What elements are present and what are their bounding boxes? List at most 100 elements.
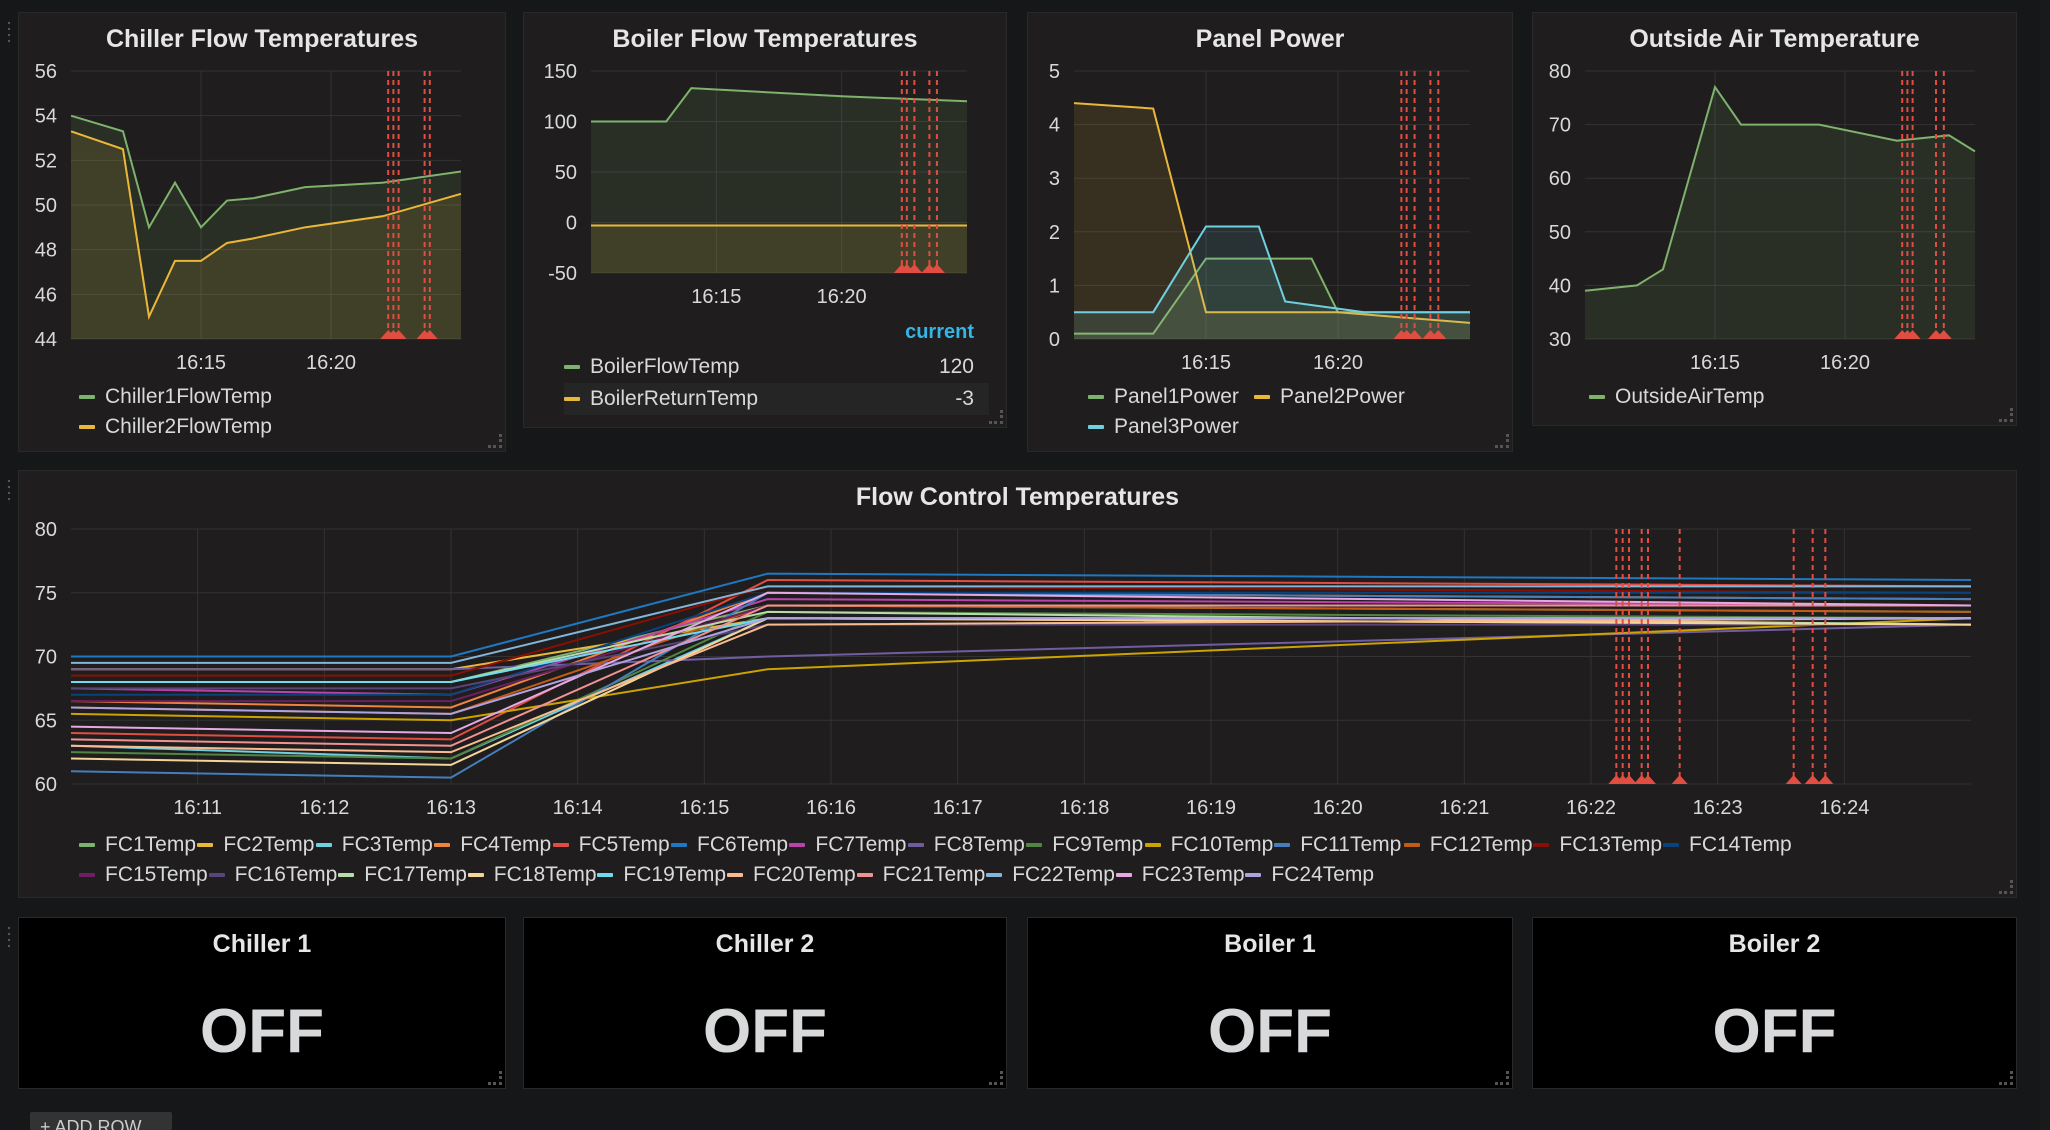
- legend-label: FC20Temp: [753, 863, 856, 886]
- legend-item-fc7temp[interactable]: FC7Temp: [789, 833, 906, 857]
- panel-resize-handle[interactable]: [1999, 880, 2013, 894]
- legend-item-fc14temp[interactable]: FC14Temp: [1663, 833, 1792, 857]
- legend-item-fc17temp[interactable]: FC17Temp: [338, 863, 467, 887]
- legend-item-fc9temp[interactable]: FC9Temp: [1026, 833, 1143, 857]
- x-tick-label: 16:24: [1819, 797, 1869, 819]
- x-tick-label: 16:22: [1566, 797, 1616, 819]
- y-tick-label: 65: [35, 710, 57, 732]
- legend-item-fc2temp[interactable]: FC2Temp: [197, 833, 314, 857]
- stat-boiler-1[interactable]: Boiler 1 OFF: [1027, 917, 1513, 1089]
- stat-chiller-2[interactable]: Chiller 2 OFF: [523, 917, 1007, 1089]
- x-tick-label: 16:20: [817, 286, 867, 308]
- stat-title: Chiller 1: [212, 930, 312, 958]
- stat-title: Boiler 2: [1728, 930, 1821, 958]
- legend-label: FC19Temp: [623, 863, 727, 886]
- legend-label: FC6Temp: [697, 833, 789, 856]
- series-line-FC9Temp: [70, 610, 1972, 760]
- legend-item-fc4temp[interactable]: FC4Temp: [434, 833, 551, 857]
- x-tick-label: 16:12: [299, 797, 349, 819]
- panel-resize-handle[interactable]: [488, 434, 502, 448]
- legend-item-boiler-flow[interactable]: BoilerFlowTemp 120: [564, 355, 989, 379]
- legend-item-fc23temp[interactable]: FC23Temp: [1115, 863, 1245, 887]
- swatch: [79, 843, 95, 848]
- legend-item-fc13temp[interactable]: FC13Temp: [1533, 833, 1662, 857]
- panel-resize-handle[interactable]: [488, 1071, 502, 1085]
- scrollbar[interactable]: [2040, 0, 2050, 1130]
- legend-item-fc1temp[interactable]: FC1Temp: [79, 833, 196, 857]
- legend-item-fc11temp[interactable]: FC11Temp: [1274, 833, 1401, 857]
- stat-value: OFF: [703, 997, 827, 1066]
- legend-item-fc12temp[interactable]: FC12Temp: [1403, 833, 1533, 857]
- legend-item-outside[interactable]: OutsideAirTemp: [1589, 385, 1764, 409]
- swatch: [79, 873, 95, 878]
- swatch: [552, 843, 569, 848]
- legend-item-fc21temp[interactable]: FC21Temp: [856, 863, 985, 887]
- legend-label: FC15Temp: [105, 863, 208, 886]
- legend-label: FC5Temp: [578, 833, 670, 856]
- y-tick-label: 75: [35, 583, 57, 605]
- legend-item-fc16temp[interactable]: FC16Temp: [208, 863, 337, 887]
- swatch: [315, 843, 332, 848]
- panel-resize-handle[interactable]: [1999, 1071, 2013, 1085]
- legend-item-fc24temp[interactable]: FC24Temp: [1245, 863, 1374, 887]
- legend-item-fc10temp[interactable]: FC10Temp: [1144, 833, 1274, 857]
- legend-item-panel2[interactable]: Panel2Power: [1254, 385, 1405, 409]
- legend-label: FC11Temp: [1300, 833, 1402, 856]
- legend-item-fc19temp[interactable]: FC19Temp: [597, 863, 726, 887]
- y-tick-label: 4: [1049, 115, 1060, 137]
- legend-item-fc6temp[interactable]: FC6Temp: [671, 833, 788, 857]
- y-tick-label: 100: [544, 112, 577, 134]
- swatch: [907, 843, 924, 848]
- legend-item-fc8temp[interactable]: FC8Temp: [907, 833, 1025, 857]
- swatch: [564, 397, 580, 402]
- row-drag-handle[interactable]: [6, 20, 12, 46]
- legend-item-fc18temp[interactable]: FC18Temp: [467, 863, 597, 887]
- swatch: [467, 873, 484, 878]
- legend-current-header[interactable]: current: [905, 321, 974, 344]
- swatch: [671, 843, 687, 848]
- legend-item-chiller2[interactable]: Chiller2FlowTemp: [79, 415, 272, 439]
- legend-item-boiler-return[interactable]: BoilerReturnTemp -3: [564, 383, 989, 415]
- stat-chiller-1[interactable]: Chiller 1 OFF: [18, 917, 506, 1089]
- panel-resize-handle[interactable]: [1495, 434, 1509, 448]
- legend-label: FC10Temp: [1170, 833, 1274, 856]
- panel-resize-handle[interactable]: [989, 1071, 1003, 1085]
- legend-item-panel1[interactable]: Panel1Power: [1088, 385, 1239, 409]
- swatch: [1403, 843, 1420, 848]
- row-drag-handle[interactable]: [6, 478, 12, 504]
- y-tick-label: 50: [35, 195, 57, 217]
- stat-value: OFF: [1208, 997, 1332, 1066]
- outside-chart[interactable]: 80 70 60 50 40 30 16:15 16:20: [1533, 13, 2018, 427]
- y-tick-label: 40: [1549, 275, 1571, 297]
- legend-label: FC17Temp: [364, 863, 467, 886]
- stat-boiler-2[interactable]: Boiler 2 OFF: [1532, 917, 2017, 1089]
- legend-label: FC12Temp: [1429, 833, 1533, 856]
- legend-label: FC24Temp: [1271, 863, 1375, 886]
- legend-item-fc20temp[interactable]: FC20Temp: [727, 863, 856, 887]
- add-row-button[interactable]: + ADD ROW: [30, 1112, 172, 1130]
- y-tick-label: 2: [1049, 222, 1060, 244]
- legend-label: FC22Temp: [1012, 863, 1115, 886]
- stat-value: OFF: [200, 997, 324, 1066]
- row-drag-handle[interactable]: [6, 925, 12, 951]
- legend-item-fc22temp[interactable]: FC22Temp: [986, 863, 1115, 887]
- legend-item-fc5temp[interactable]: FC5Temp: [552, 833, 670, 857]
- legend-label: FC18Temp: [493, 863, 597, 886]
- panel-resize-handle[interactable]: [989, 410, 1003, 424]
- legend-item-fc15temp[interactable]: FC15Temp: [79, 863, 208, 887]
- y-tick-label: 52: [35, 150, 57, 172]
- y-tick-label: 60: [35, 774, 57, 796]
- legend-item-chiller1[interactable]: Chiller1FlowTemp: [79, 385, 272, 409]
- swatch: [208, 873, 225, 878]
- legend-label: Panel1Power: [1114, 385, 1239, 408]
- series-line-FC14Temp: [71, 591, 1971, 696]
- legend-label: FC8Temp: [933, 833, 1025, 856]
- y-tick-label: 5: [1049, 61, 1060, 83]
- x-tick-label: 16:17: [933, 797, 983, 819]
- panel-resize-handle[interactable]: [1495, 1071, 1509, 1085]
- legend-label: FC13Temp: [1559, 833, 1663, 856]
- panel-resize-handle[interactable]: [1999, 408, 2013, 422]
- legend-item-panel3[interactable]: Panel3Power: [1088, 415, 1239, 439]
- x-tick-label: 16:20: [1313, 797, 1363, 819]
- legend-item-fc3temp[interactable]: FC3Temp: [315, 833, 433, 857]
